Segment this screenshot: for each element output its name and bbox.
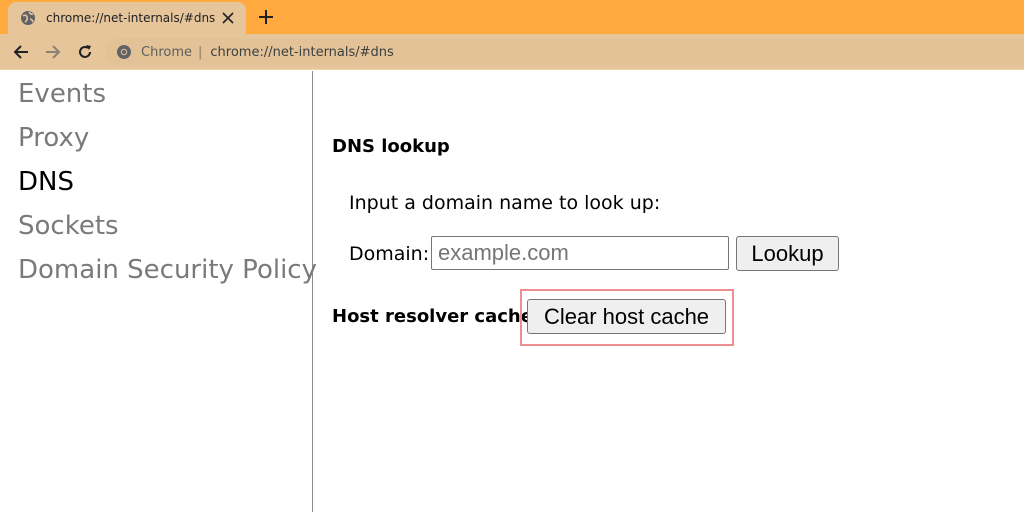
close-icon[interactable] <box>220 10 236 26</box>
browser-tab[interactable]: chrome://net-internals/#dns <box>8 2 246 34</box>
sidebar-item-sockets[interactable]: Sockets <box>18 210 119 242</box>
forward-arrow-icon[interactable] <box>44 43 62 61</box>
globe-icon <box>20 10 36 26</box>
browser-titlebar: chrome://net-internals/#dns <box>0 0 1024 34</box>
new-tab-plus-icon[interactable] <box>256 7 276 27</box>
chrome-logo-icon <box>116 44 132 60</box>
main-content: DNS lookup Input a domain name to look u… <box>314 71 1024 512</box>
site-label: Chrome <box>141 44 192 60</box>
sidebar-item-dns[interactable]: DNS <box>18 166 74 198</box>
domain-label: Domain: <box>349 243 430 265</box>
clear-host-cache-button[interactable]: Clear host cache <box>527 299 726 334</box>
dns-lookup-heading: DNS lookup <box>332 136 450 157</box>
back-arrow-icon[interactable] <box>12 43 30 61</box>
sidebar-item-proxy[interactable]: Proxy <box>18 122 89 154</box>
sidebar-item-domain-security-policy[interactable]: Domain Security Policy <box>18 254 317 286</box>
browser-toolbar: Chrome | chrome://net-internals/#dns <box>0 34 1024 70</box>
tab-title: chrome://net-internals/#dns <box>46 11 216 25</box>
sidebar-item-events[interactable]: Events <box>18 78 106 110</box>
address-bar[interactable]: Chrome | chrome://net-internals/#dns <box>106 38 1024 66</box>
sidebar: Events Proxy DNS Sockets Domain Security… <box>0 71 317 512</box>
reload-icon[interactable] <box>76 43 94 61</box>
domain-input[interactable] <box>431 236 729 270</box>
lookup-button[interactable]: Lookup <box>736 236 839 271</box>
url-text: chrome://net-internals/#dns <box>210 44 394 60</box>
omnibox-separator: | <box>198 44 203 60</box>
host-resolver-cache-heading: Host resolver cache <box>332 306 533 327</box>
lookup-prompt: Input a domain name to look up: <box>349 192 661 214</box>
